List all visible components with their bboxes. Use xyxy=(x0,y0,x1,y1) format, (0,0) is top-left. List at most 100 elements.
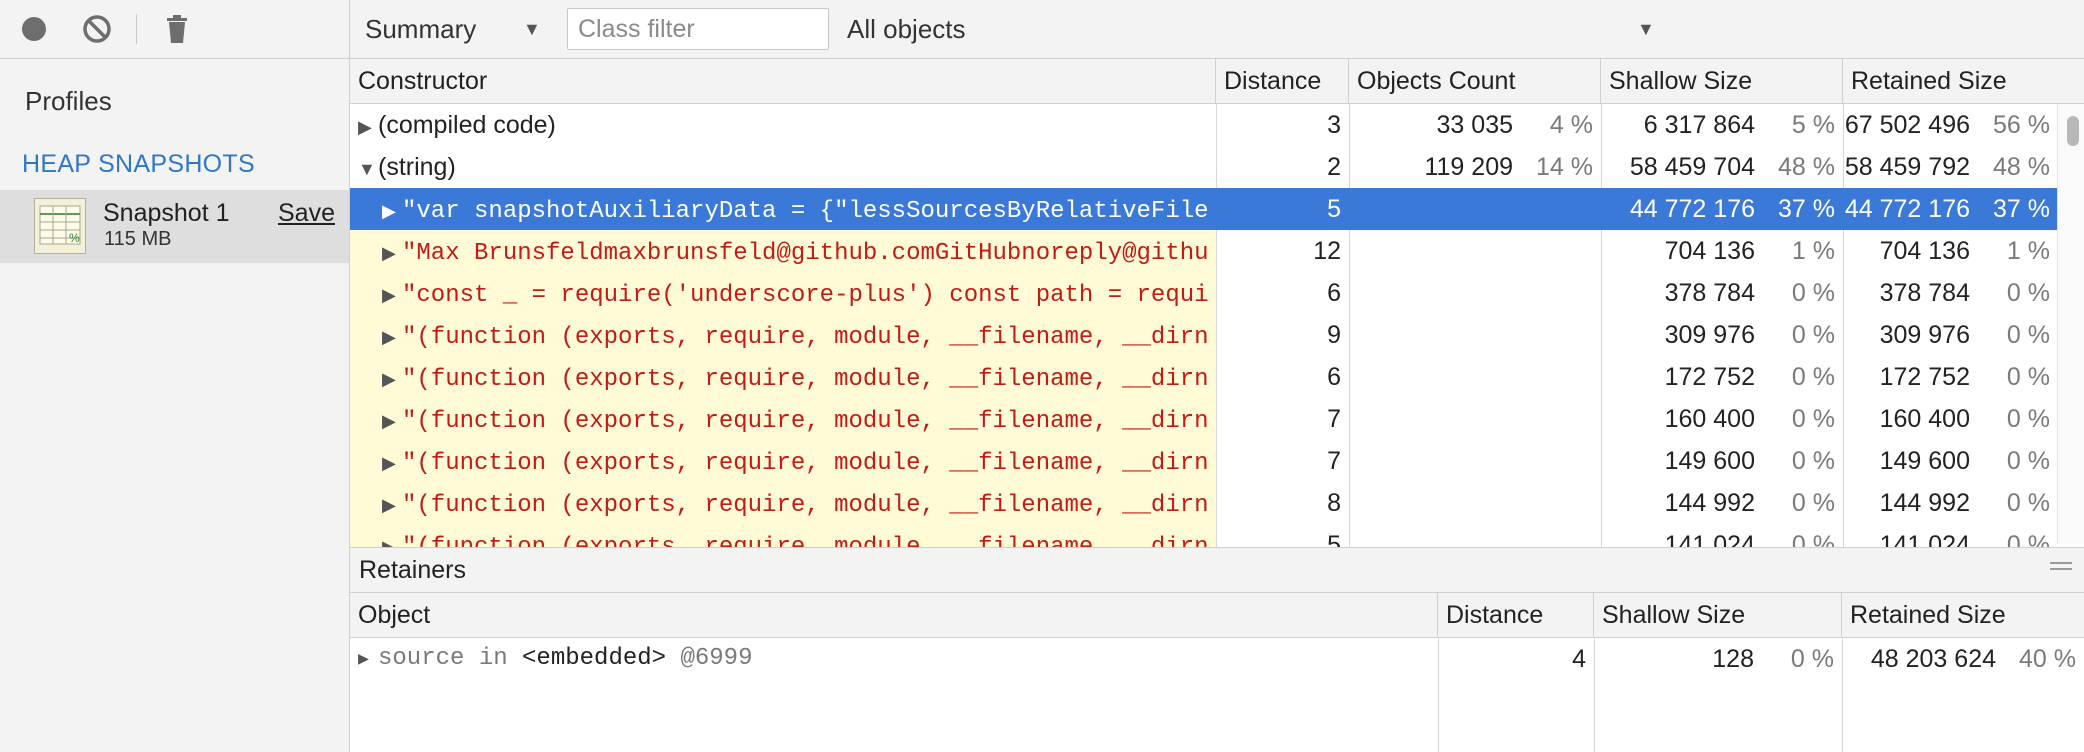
string-instance-row[interactable]: ▶ "Max Brunsfeldmaxbrunsfeld@github.comGi… xyxy=(350,230,2084,272)
retained-size-cell: 378 784 0 % xyxy=(1843,272,2058,314)
retained-size-cell: 141 024 0 % xyxy=(1843,524,2058,547)
expand-triangle-icon[interactable]: ▶ xyxy=(382,232,402,272)
collapse-triangle-icon[interactable]: ▼ xyxy=(358,148,378,188)
retained-size-percent: 0 % xyxy=(2006,531,2050,547)
shallow-size-cell: 149 600 0 % xyxy=(1601,440,1843,482)
expand-triangle-icon[interactable]: ▶ xyxy=(382,274,402,314)
expand-triangle-icon[interactable]: ▶ xyxy=(358,639,378,680)
shallow-size-percent: 1 % xyxy=(1791,237,1835,265)
snapshot-size: 115 MB xyxy=(104,228,172,250)
constructor-cell: ▶ "const _ = require('underscore-plus') c… xyxy=(350,272,1216,314)
expand-triangle-icon[interactable]: ▶ xyxy=(382,484,402,524)
shallow-size-value: 309 976 xyxy=(1664,321,1755,349)
shallow-size-percent: 5 % xyxy=(1791,111,1835,139)
string-instance-row[interactable]: ▶"(function (exports, require, module, _… xyxy=(350,482,2084,524)
column-constructor[interactable]: Constructor xyxy=(350,59,1216,103)
snapshot-item[interactable]: % Snapshot 1 115 MB Save xyxy=(0,190,349,263)
retainer-retained-cell: 48 203 624 40 % xyxy=(1842,638,2084,680)
string-instance-row[interactable]: ▶"(function (exports, require, module, _… xyxy=(350,440,2084,482)
heap-summary-table: Constructor Distance Objects Count Shall… xyxy=(350,59,2084,547)
shallow-size-percent: 0 % xyxy=(1791,531,1835,547)
shallow-size-cell: 58 459 704 48 % xyxy=(1601,146,1843,188)
column-shallow-size[interactable]: Shallow Size xyxy=(1601,59,1843,103)
distance-cell: 8 xyxy=(1327,489,1341,517)
objects-count-percent: 14 % xyxy=(1536,153,1593,181)
heap-table-body: ▶ (compiled code) 3 33 035 4 % 6 317 864 5 % 67… xyxy=(350,104,2084,547)
resize-handle-icon[interactable] xyxy=(2050,562,2072,576)
shallow-size-cell: 378 784 0 % xyxy=(1601,272,1843,314)
expand-triangle-icon[interactable]: ▶ xyxy=(382,358,402,398)
distance-cell: 5 xyxy=(1327,195,1341,223)
column-retained-size[interactable]: Retained Size xyxy=(1842,593,2084,637)
shallow-size-value: 141 024 xyxy=(1664,531,1755,547)
shallow-size-value: 172 752 xyxy=(1664,363,1755,391)
retained-size-percent: 0 % xyxy=(2006,405,2050,433)
column-objects-count[interactable]: Objects Count xyxy=(1349,59,1601,103)
objects-count-cell xyxy=(1349,188,1601,230)
retainers-table: Object Distance Shallow Size Retained Si… xyxy=(350,593,2084,752)
retainer-shallow: 128 xyxy=(1712,645,1754,673)
string-instance-row[interactable]: ▶ "var snapshotAuxiliaryData = {"lessSour… xyxy=(350,188,2084,230)
column-retained-size[interactable]: Retained Size xyxy=(1843,59,2084,103)
string-instance-row[interactable]: ▶"(function (exports, require, module, _… xyxy=(350,524,2084,547)
constructor-name: "(function (exports, require, module, __… xyxy=(402,366,1209,393)
shallow-size-percent: 0 % xyxy=(1791,321,1835,349)
expand-triangle-icon[interactable]: ▶ xyxy=(382,316,402,356)
objects-select[interactable]: All objects ▼ xyxy=(847,10,1667,48)
trash-icon[interactable] xyxy=(160,12,194,46)
column-distance[interactable]: Distance xyxy=(1216,59,1349,103)
string-instance-row[interactable]: ▶"(function (exports, require, module, _… xyxy=(350,398,2084,440)
profiles-label: Profiles xyxy=(25,86,112,116)
svg-text:%: % xyxy=(69,231,80,245)
clear-icon[interactable] xyxy=(80,12,114,46)
string-instance-row[interactable]: ▶ "const _ = require('underscore-plus') c… xyxy=(350,272,2084,314)
expand-triangle-icon[interactable]: ▶ xyxy=(382,400,402,440)
objects-count-cell: 119 209 14 % xyxy=(1349,146,1601,188)
string-instance-row[interactable]: ▶"(function (exports, require, module, _… xyxy=(350,356,2084,398)
column-object[interactable]: Object xyxy=(350,593,1438,637)
retained-size-cell: 149 600 0 % xyxy=(1843,440,2058,482)
heap-view: Summary ▼ All objects ▼ Constructor Dist… xyxy=(350,0,2084,752)
retained-size-value: 704 136 xyxy=(1879,237,1970,265)
class-filter-input[interactable] xyxy=(567,8,829,50)
retained-size-value: 44 772 176 xyxy=(1844,195,1970,223)
expand-triangle-icon[interactable]: ▶ xyxy=(382,190,402,230)
chevron-down-icon: ▼ xyxy=(523,19,541,39)
column-distance[interactable]: Distance xyxy=(1438,593,1594,637)
retained-size-value: 58 459 792 xyxy=(1844,153,1970,181)
retained-size-value: 160 400 xyxy=(1879,405,1970,433)
heap-table-scrollbar[interactable] xyxy=(2057,104,2084,544)
retainer-distance: 4 xyxy=(1572,645,1586,673)
distance-cell: 7 xyxy=(1327,405,1341,433)
expand-triangle-icon[interactable]: ▶ xyxy=(382,442,402,482)
constructor-row[interactable]: ▶ (compiled code) 3 33 035 4 % 6 317 864 5 % 67… xyxy=(350,104,2084,146)
record-icon[interactable] xyxy=(17,12,51,46)
objects-count-cell: 33 035 4 % xyxy=(1349,104,1601,146)
distance-cell: 2 xyxy=(1327,153,1341,181)
retained-size-percent: 0 % xyxy=(2006,363,2050,391)
distance-cell: 9 xyxy=(1327,321,1341,349)
constructor-cell: ▶"(function (exports, require, module, _… xyxy=(350,356,1216,398)
expand-triangle-icon[interactable]: ▶ xyxy=(382,526,402,547)
constructor-cell: ▶"(function (exports, require, module, _… xyxy=(350,440,1216,482)
save-snapshot-link[interactable]: Save xyxy=(278,199,335,228)
objects-count-cell xyxy=(1349,272,1601,314)
retainer-row[interactable]: ▶ source in <embedded> @6999 4 128 0 % 48… xyxy=(350,638,2084,680)
retained-size-cell: 144 992 0 % xyxy=(1843,482,2058,524)
shallow-size-percent: 0 % xyxy=(1791,279,1835,307)
expand-triangle-icon[interactable]: ▶ xyxy=(358,106,378,146)
shallow-size-value: 144 992 xyxy=(1664,489,1755,517)
string-instance-row[interactable]: ▶"(function (exports, require, module, _… xyxy=(350,314,2084,356)
constructor-name: "(function (exports, require, module, __… xyxy=(402,324,1209,351)
retained-size-value: 172 752 xyxy=(1879,363,1970,391)
distance-cell: 3 xyxy=(1327,111,1341,139)
column-shallow-size[interactable]: Shallow Size xyxy=(1594,593,1842,637)
shallow-size-percent: 0 % xyxy=(1791,363,1835,391)
retained-size-cell: 44 772 176 37 % xyxy=(1843,188,2058,230)
heap-table-scrollbar-thumb[interactable] xyxy=(2067,116,2079,146)
shallow-size-value: 44 772 176 xyxy=(1629,195,1755,223)
constructor-name: "var snapshotAuxiliaryData = {"lessSourc… xyxy=(402,198,1209,225)
constructor-cell: ▶"(function (exports, require, module, _… xyxy=(350,314,1216,356)
constructor-row[interactable]: ▼(string) 2 119 209 14 % 58 459 704 48 % 58 45… xyxy=(350,146,2084,188)
view-mode-select[interactable]: Summary ▼ xyxy=(365,10,545,48)
